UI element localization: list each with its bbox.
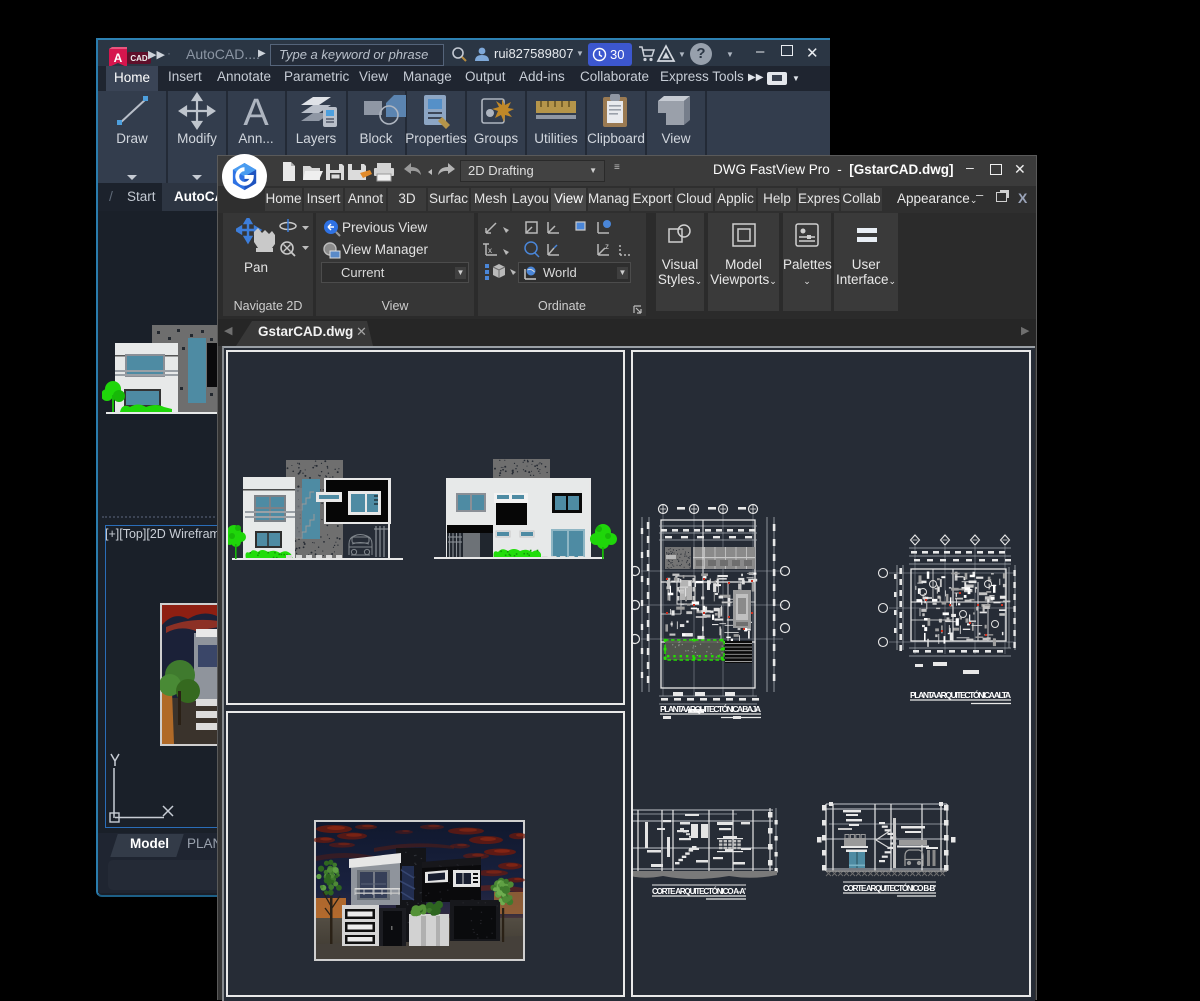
svg-text:z: z <box>605 242 609 251</box>
svg-text:CORTE ARQUITECTÓNICO B-B': CORTE ARQUITECTÓNICO B-B' <box>843 884 936 893</box>
svg-text:Draw: Draw <box>116 131 148 146</box>
svg-text:A: A <box>114 51 123 65</box>
svg-text:Clipboard: Clipboard <box>587 131 645 146</box>
svg-text:View: View <box>661 131 690 146</box>
svg-text:PLANTA ARQUITECTÓNICA BAJA: PLANTA ARQUITECTÓNICA BAJA <box>660 703 761 714</box>
svg-text:Ann...: Ann... <box>238 131 273 146</box>
svg-text:Properties: Properties <box>405 131 467 146</box>
svg-text:Utilities: Utilities <box>534 131 578 146</box>
svg-text:CAD: CAD <box>130 54 148 63</box>
svg-text:Layers: Layers <box>296 131 337 146</box>
svg-text:CORTE ARQUITECTÓNICO A-A': CORTE ARQUITECTÓNICO A-A' <box>652 887 746 896</box>
svg-text:Modify: Modify <box>177 131 217 146</box>
svg-text:Block: Block <box>359 131 392 146</box>
svg-text:Groups: Groups <box>474 131 519 146</box>
svg-text:A: A <box>243 92 269 134</box>
svg-text:PLANTA ARQUITECTÓNICA ALTA: PLANTA ARQUITECTÓNICA ALTA <box>910 689 1011 700</box>
svg-text:x: x <box>488 246 492 255</box>
